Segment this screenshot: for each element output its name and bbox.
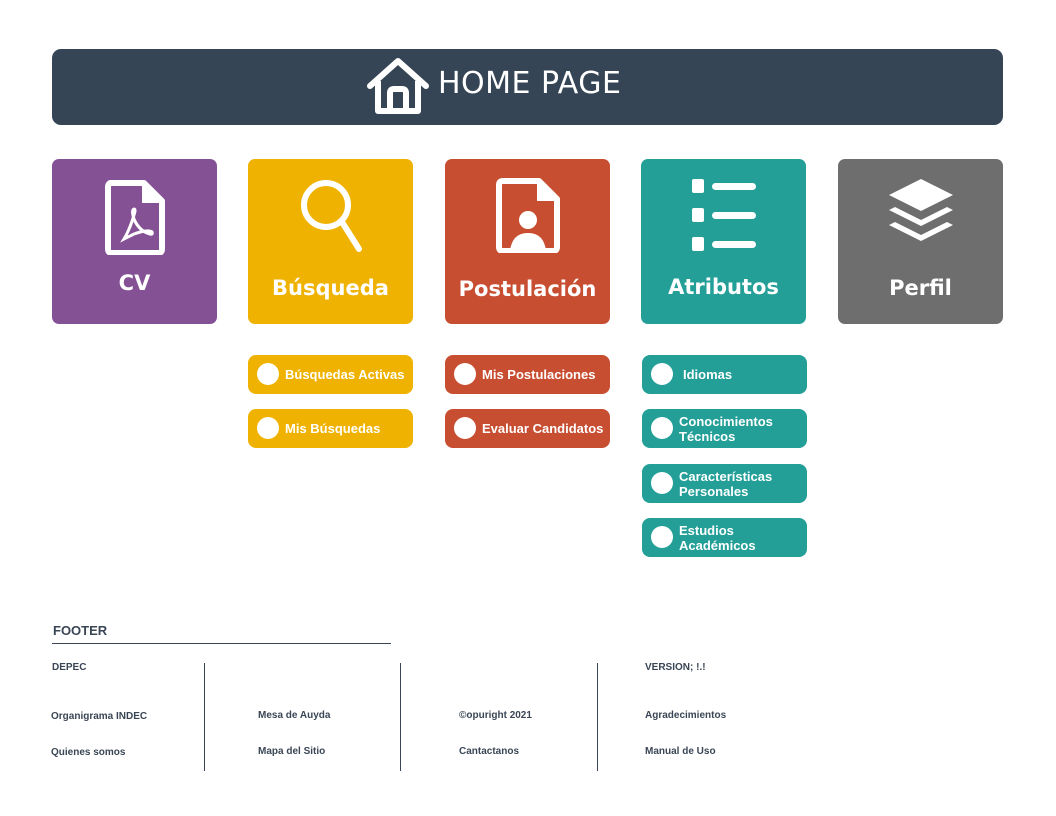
tile-postulacion[interactable]: Postulación	[445, 159, 610, 324]
footer-link-agradecimientos[interactable]: Agradecimientos	[645, 710, 726, 721]
column-divider	[597, 663, 598, 771]
tile-label: Perfil	[889, 276, 952, 300]
tile-busqueda[interactable]: Búsqueda	[248, 159, 413, 324]
menu-item-estudios-academicos[interactable]: Estudios Académicos	[642, 518, 807, 557]
tile-label: Búsqueda	[272, 276, 389, 300]
menu-item-evaluar-candidatos[interactable]: Evaluar Candidatos	[445, 409, 610, 448]
bullet-icon	[257, 417, 279, 439]
menu-item-label: Conocimientos Técnicos	[679, 413, 773, 444]
menu-item-idiomas[interactable]: Idiomas	[642, 355, 807, 394]
bullet-icon	[454, 363, 476, 385]
search-icon	[300, 180, 362, 252]
footer-heading: DEPEC	[52, 662, 87, 673]
tile-label: CV	[118, 271, 151, 295]
user-file-icon	[495, 178, 560, 253]
footer-link-mesa-de-ayuda[interactable]: Mesa de Auyda	[258, 710, 330, 721]
footer-title: FOOTER	[53, 623, 108, 638]
footer-link-mapa-del-sitio[interactable]: Mapa del Sitio	[258, 746, 325, 757]
footer-link-quienes-somos[interactable]: Quienes somos	[51, 747, 125, 758]
menu-item-label: Estudios Académicos	[679, 522, 756, 553]
menu-item-label: Características Personales	[679, 468, 773, 499]
menu-item-label: Idiomas	[683, 367, 733, 382]
pdf-file-icon	[104, 180, 165, 255]
footer-link-contacto[interactable]: Cantactanos	[459, 746, 519, 757]
column-divider	[400, 663, 401, 771]
column-divider	[204, 663, 205, 771]
bullet-icon	[651, 417, 673, 439]
tile-label: Postulación	[458, 277, 597, 301]
menu-item-mis-postulaciones[interactable]: Mis Postulaciones	[445, 355, 610, 394]
tile-label: Atributos	[668, 275, 779, 299]
layers-icon	[888, 179, 953, 241]
tile-cv[interactable]: CV	[52, 159, 217, 324]
bullet-icon	[257, 363, 279, 385]
home-icon[interactable]	[365, 56, 431, 116]
footer-copyright: ©opuright 2021	[459, 710, 532, 721]
bullet-icon	[651, 472, 673, 494]
footer-version: VERSION; !.!	[645, 662, 706, 673]
footer-link-manual-de-uso[interactable]: Manual de Uso	[645, 746, 716, 757]
page-title: HOME PAGE	[438, 66, 622, 101]
menu-item-mis-busquedas[interactable]: Mis Búsquedas	[248, 409, 413, 448]
footer-link-organigrama[interactable]: Organigrama INDEC	[51, 711, 147, 722]
menu-item-label: Búsquedas Activas	[285, 367, 405, 382]
menu-item-label: Mis Postulaciones	[482, 367, 596, 382]
menu-item-caracteristicas-personales[interactable]: Características Personales	[642, 464, 807, 503]
menu-item-label: Mis Búsquedas	[285, 421, 381, 436]
footer-divider	[52, 643, 391, 644]
bullet-icon	[651, 526, 673, 548]
list-icon	[691, 179, 756, 251]
bullet-icon	[651, 363, 673, 385]
tile-atributos[interactable]: Atributos	[641, 159, 806, 324]
menu-item-conocimientos-tecnicos[interactable]: Conocimientos Técnicos	[642, 409, 807, 448]
bullet-icon	[454, 417, 476, 439]
menu-item-label: Evaluar Candidatos	[482, 421, 604, 436]
menu-item-busquedas-activas[interactable]: Búsquedas Activas	[248, 355, 413, 394]
tile-perfil[interactable]: Perfil	[838, 159, 1003, 324]
